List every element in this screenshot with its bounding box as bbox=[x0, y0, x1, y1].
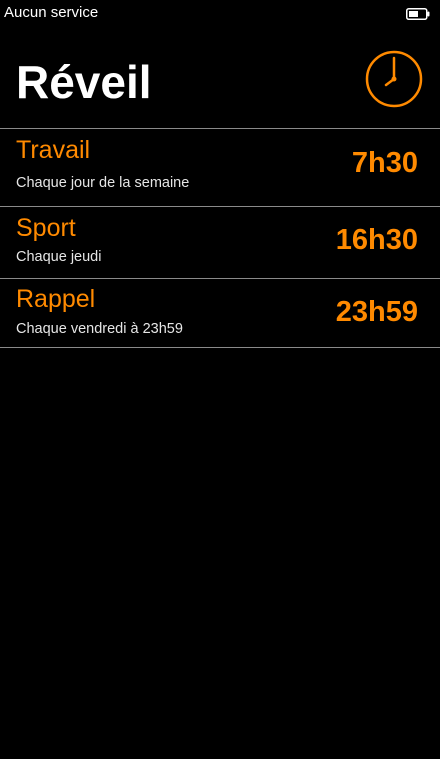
page-title: Réveil bbox=[16, 56, 152, 108]
battery-icon bbox=[406, 7, 430, 20]
alarm-name: Sport bbox=[16, 214, 76, 242]
alarm-time: 23h59 bbox=[335, 296, 418, 328]
carrier-label: Aucun service bbox=[4, 4, 99, 21]
alarm-row-travail[interactable]: Travail Chaque jour de la semaine 7h30 bbox=[0, 129, 440, 206]
alarm-time: 7h30 bbox=[351, 147, 418, 179]
header: Réveil bbox=[0, 26, 440, 128]
alarm-list: Travail Chaque jour de la semaine 7h30 S… bbox=[0, 128, 440, 348]
clock-icon[interactable] bbox=[365, 50, 423, 108]
alarm-repeat: Chaque jour de la semaine bbox=[16, 175, 190, 191]
alarm-time: 16h30 bbox=[335, 224, 418, 256]
status-bar: Aucun service bbox=[0, 0, 440, 26]
alarm-row-rappel[interactable]: Rappel Chaque vendredi à 23h59 23h59 bbox=[0, 279, 440, 347]
alarm-repeat: Chaque jeudi bbox=[16, 249, 102, 265]
alarm-repeat: Chaque vendredi à 23h59 bbox=[16, 321, 183, 337]
divider bbox=[0, 347, 440, 348]
alarm-row-sport[interactable]: Sport Chaque jeudi 16h30 bbox=[0, 207, 440, 278]
alarm-name: Travail bbox=[16, 136, 91, 164]
alarm-name: Rappel bbox=[16, 285, 96, 313]
